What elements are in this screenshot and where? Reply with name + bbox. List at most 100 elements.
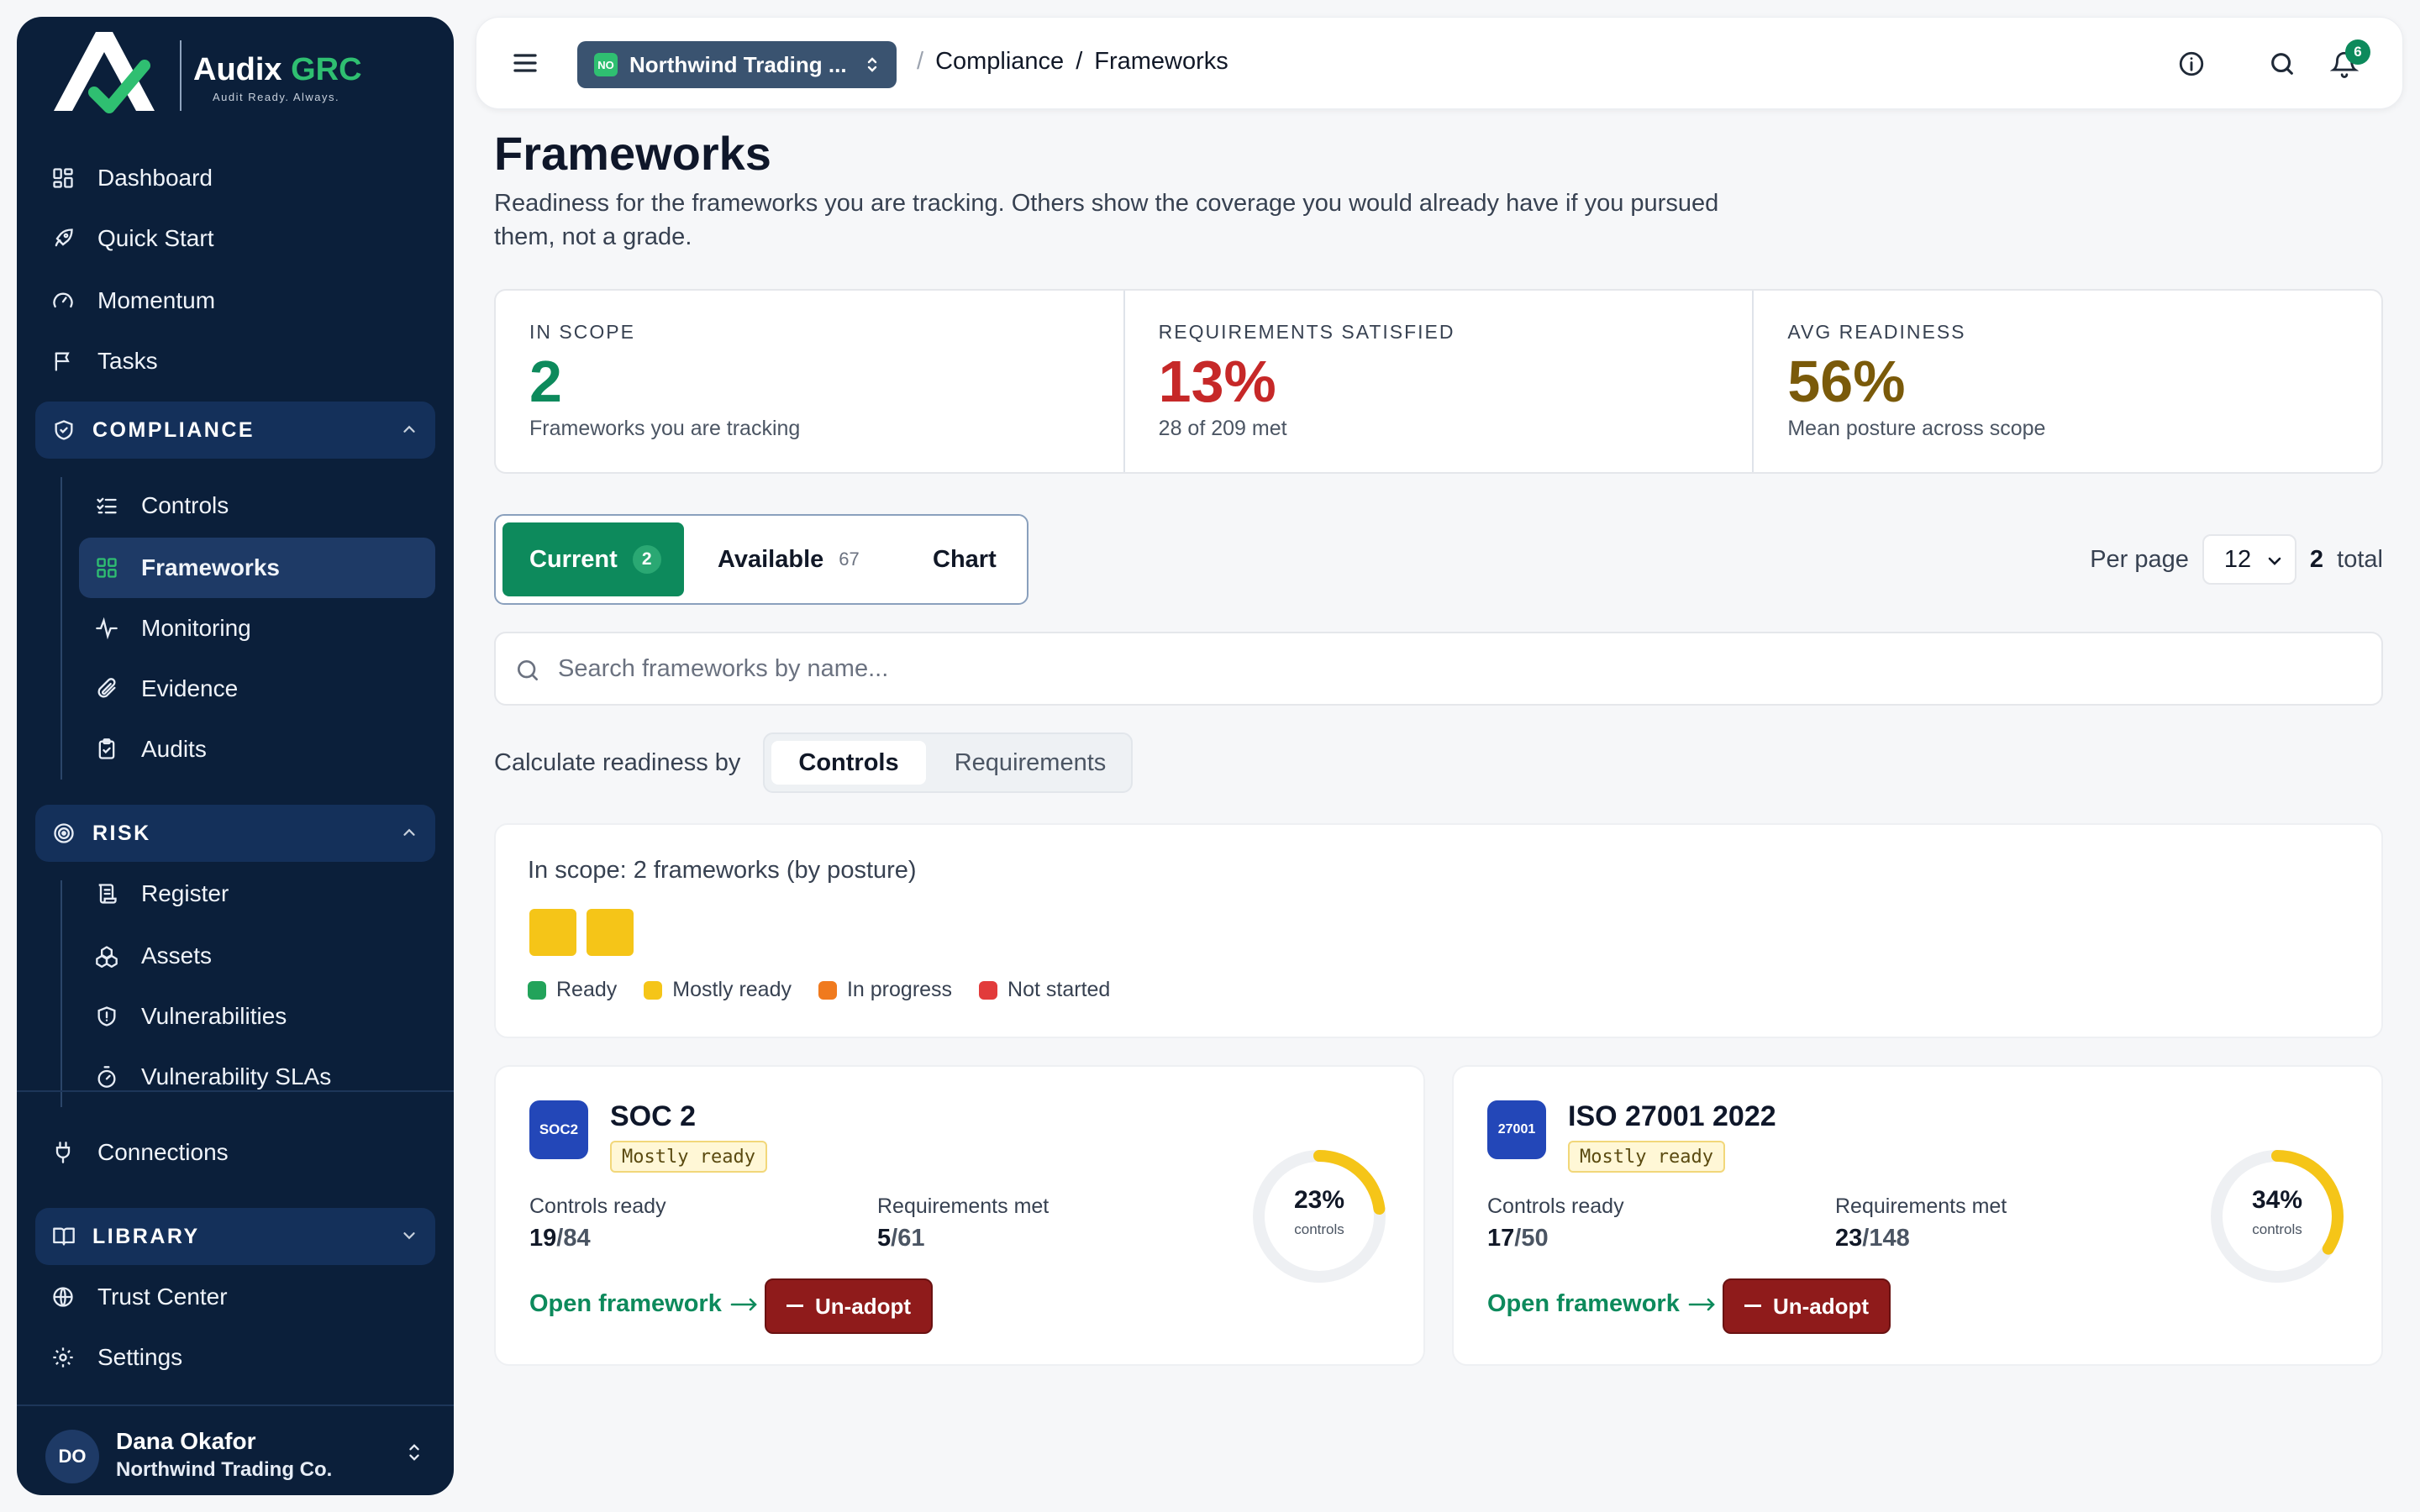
notification-count-badge: 6 — [2345, 39, 2370, 65]
brand-name: Audix GRC — [193, 52, 362, 87]
section-label: LIBRARY — [92, 1224, 200, 1248]
stat-label: REQUIREMENTS SATISFIED — [1158, 321, 1455, 343]
nav-vulnerabilities[interactable]: Vulnerabilities — [94, 991, 287, 1042]
nav-label: Register — [141, 880, 229, 906]
tab-count: 67 — [839, 549, 860, 570]
nav-vulnerability-slas[interactable]: Vulnerability SLAs — [94, 1052, 331, 1102]
nav-label: Tasks — [97, 348, 158, 374]
open-framework-link[interactable]: Open framework — [1487, 1290, 1717, 1318]
nav-label: Evidence — [141, 675, 239, 701]
nav-tasks[interactable]: Tasks — [50, 336, 158, 386]
org-switcher[interactable]: NO Northwind Trading ... — [577, 41, 897, 88]
search-placeholder: Search frameworks by name... — [558, 655, 889, 682]
section-library[interactable]: LIBRARY — [35, 1208, 435, 1265]
search-icon[interactable] — [2268, 50, 2296, 78]
requirements-met-value: 23/148 — [1835, 1225, 1910, 1252]
tab-count-badge: 2 — [632, 545, 661, 574]
framework-logo: 27001 — [1487, 1100, 1546, 1159]
stat-label: IN SCOPE — [529, 321, 635, 343]
posture-tile-iso27001[interactable] — [587, 909, 634, 956]
nav-trust-center[interactable]: Trust Center — [50, 1272, 228, 1322]
tab-label: Available — [718, 545, 824, 573]
controls-ready-label: Controls ready — [1487, 1194, 1624, 1218]
breadcrumb-compliance[interactable]: Compliance — [935, 48, 1064, 76]
toggle-requirements[interactable]: Requirements — [933, 741, 1128, 785]
nav-evidence[interactable]: Evidence — [94, 664, 238, 714]
nav-label: Vulnerabilities — [141, 1003, 287, 1029]
toggle-controls[interactable]: Controls — [771, 741, 926, 785]
unadopt-button[interactable]: Un-adopt — [1723, 1278, 1891, 1334]
nav-audits[interactable]: Audits — [94, 724, 207, 774]
per-page-label: Per page — [2090, 545, 2189, 573]
requirements-met-value: 5/61 — [877, 1225, 925, 1252]
hamburger-menu-icon[interactable] — [510, 48, 540, 78]
legend-not-started: Not started — [979, 978, 1110, 1002]
timer-icon — [94, 1064, 119, 1089]
nav-label: Momentum — [97, 287, 216, 313]
user-menu[interactable]: DO Dana Okafor Northwind Trading Co. — [17, 1404, 454, 1495]
tab-chart[interactable]: Chart — [933, 522, 997, 596]
nav-quick-start[interactable]: Quick Start — [50, 213, 213, 264]
readiness-ring: 23% controls — [1250, 1147, 1388, 1285]
tab-available[interactable]: Available 67 — [718, 522, 860, 596]
readiness-ring-chart — [1253, 1150, 1386, 1283]
shield-alert-icon — [94, 1004, 119, 1029]
breadcrumb-separator: / — [917, 48, 924, 75]
grid-icon — [94, 555, 119, 580]
posture-tile-soc2[interactable] — [529, 909, 576, 956]
per-page-select[interactable]: 12 — [2202, 534, 2296, 585]
nav-label: Audits — [141, 736, 207, 762]
section-compliance[interactable]: COMPLIANCE — [35, 402, 435, 459]
nav-label: Trust Center — [97, 1284, 228, 1310]
requirements-met-label: Requirements met — [1835, 1194, 2007, 1218]
user-org: Northwind Trading Co. — [116, 1458, 333, 1481]
minus-icon — [1744, 1305, 1761, 1307]
arrow-right-icon — [730, 1298, 757, 1310]
section-risk[interactable]: RISK — [35, 805, 435, 862]
nav-monitoring[interactable]: Monitoring — [94, 603, 251, 654]
framework-tabs: Current 2 Available 67 Chart — [494, 514, 1028, 605]
readiness-percent: 23% — [1293, 1186, 1345, 1214]
logo-divider — [180, 40, 182, 111]
chevron-up-icon — [400, 823, 418, 842]
legend-ready: Ready — [528, 978, 617, 1002]
page-title: Frameworks — [494, 127, 771, 180]
search-input[interactable]: Search frameworks by name... — [494, 632, 2383, 706]
nav-assets[interactable]: Assets — [94, 931, 212, 981]
minus-icon — [786, 1305, 803, 1307]
nav-connections[interactable]: Connections — [50, 1127, 229, 1178]
scope-posture-panel: In scope: 2 frameworks (by posture) Read… — [494, 823, 2383, 1038]
stat-value: 13% — [1158, 349, 1276, 414]
nav-label: Monitoring — [141, 615, 251, 641]
pagination-controls: Per page 12 2 total — [2090, 534, 2383, 585]
stat-avg-readiness: AVG READINESS 56% Mean posture across sc… — [1754, 291, 2381, 472]
breadcrumb-frameworks: Frameworks — [1094, 48, 1228, 75]
stat-label: AVG READINESS — [1787, 321, 1966, 343]
nav-momentum[interactable]: Momentum — [50, 276, 215, 326]
requirements-met-label: Requirements met — [877, 1194, 1050, 1218]
page-description: Readiness for the frameworks you are tra… — [494, 190, 1719, 250]
gauge-icon — [50, 288, 76, 313]
nav-frameworks[interactable]: Frameworks — [79, 538, 435, 598]
unadopt-button[interactable]: Un-adopt — [765, 1278, 933, 1334]
brand-tagline: Audit Ready. Always. — [213, 91, 340, 103]
chevron-down-icon — [2268, 557, 2281, 565]
nav-controls[interactable]: Controls — [94, 480, 229, 531]
stat-subtext: 28 of 209 met — [1158, 417, 1287, 440]
tab-current[interactable]: Current 2 — [502, 522, 684, 596]
nav-register[interactable]: Register — [94, 869, 229, 919]
readiness-ring: 34% controls — [2208, 1147, 2346, 1285]
breadcrumb-separator: / — [1076, 48, 1083, 75]
nav-settings[interactable]: Settings — [50, 1332, 182, 1383]
chevron-up-down-icon — [405, 1441, 424, 1463]
shield-check-icon — [52, 418, 76, 442]
open-framework-link[interactable]: Open framework — [529, 1290, 759, 1318]
chevron-down-icon — [400, 1226, 418, 1245]
readiness-basis-toggle: Controls Requirements — [763, 732, 1133, 793]
info-icon[interactable] — [2177, 50, 2206, 78]
controls-ready-value: 17/50 — [1487, 1225, 1549, 1252]
controls-ready-value: 19/84 — [529, 1225, 591, 1252]
list-check-icon — [94, 493, 119, 518]
brand-logo[interactable]: Audix GRC Audit Ready. Always. — [45, 27, 398, 128]
nav-dashboard[interactable]: Dashboard — [50, 153, 213, 203]
